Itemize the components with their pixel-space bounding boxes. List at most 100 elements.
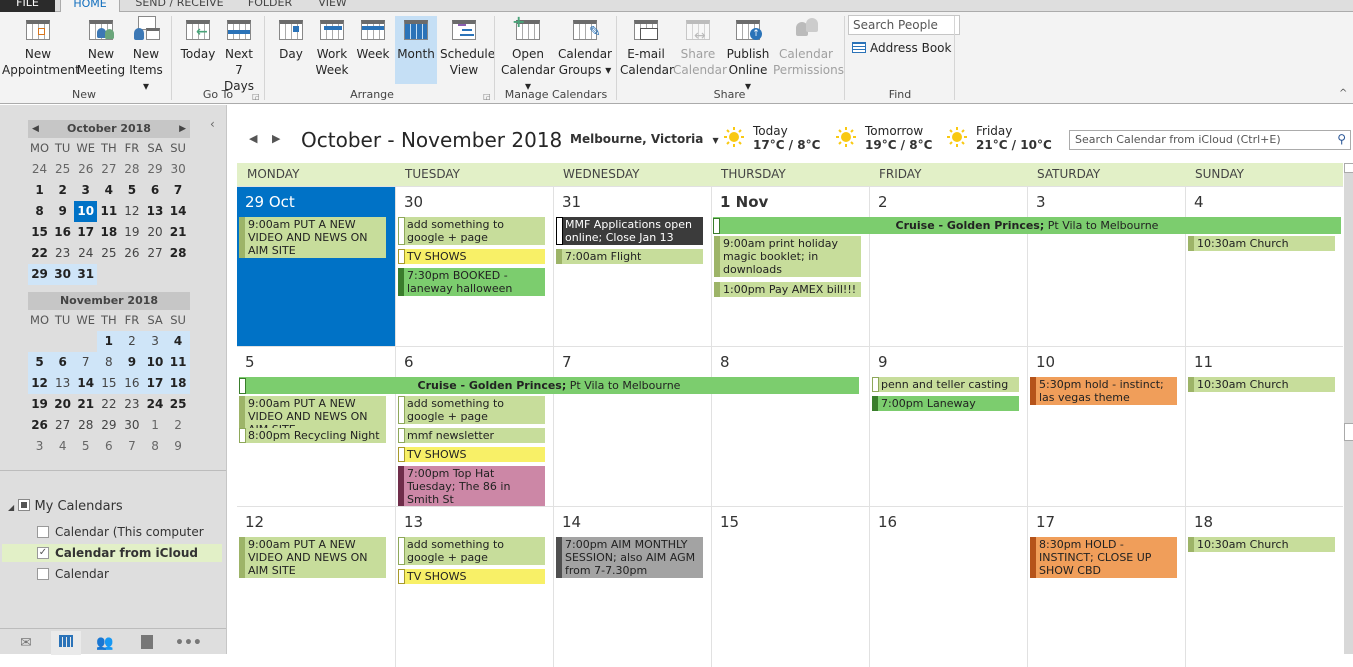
day-cell[interactable]: 16: [869, 507, 1027, 667]
day[interactable]: 30: [120, 415, 143, 436]
day[interactable]: 1: [143, 415, 166, 436]
calendar-item-this-computer[interactable]: Calendar (This computer only): [0, 523, 222, 557]
day-cell[interactable]: 9 penn and teller casting 7:00pm Laneway: [869, 347, 1027, 507]
day[interactable]: 2: [120, 331, 144, 352]
day-cell[interactable]: 18 10:30am Church: [1185, 507, 1343, 667]
day[interactable]: 6: [51, 352, 75, 373]
day-cell[interactable]: 2: [869, 187, 1027, 347]
calendar-event[interactable]: 5:30pm hold - instinct; las vegas theme: [1030, 377, 1177, 405]
day-cell[interactable]: 30 add something to google + page TV SHO…: [395, 187, 553, 347]
day[interactable]: 29: [143, 159, 166, 180]
day[interactable]: 7: [120, 436, 143, 457]
day-cell[interactable]: 7: [553, 347, 711, 507]
day[interactable]: 13: [51, 373, 75, 394]
day-cell[interactable]: 11 10:30am Church: [1185, 347, 1343, 507]
day-cell[interactable]: 31 MMF Applications open online; Close J…: [553, 187, 711, 347]
day-cell-today[interactable]: 29 Oct 9:00am PUT A NEW VIDEO AND NEWS O…: [237, 187, 395, 347]
group-checkbox[interactable]: [18, 499, 31, 511]
next-period-icon[interactable]: ▶: [272, 132, 280, 145]
calendar-event[interactable]: penn and teller casting: [872, 377, 1019, 392]
day[interactable]: 23: [120, 394, 143, 415]
calendar-event[interactable]: 7:00pm Laneway: [872, 396, 1019, 411]
day-cell[interactable]: 12 9:00am PUT A NEW VIDEO AND NEWS ON AI…: [237, 507, 395, 667]
calendar-event[interactable]: 8:00pm Recycling Night: [239, 428, 386, 443]
day[interactable]: 6: [97, 436, 120, 457]
day[interactable]: 13: [143, 201, 166, 222]
day-cell[interactable]: 4 10:30am Church: [1185, 187, 1343, 347]
tasks-icon[interactable]: [137, 635, 157, 655]
day[interactable]: 20: [143, 222, 166, 243]
calendar-event[interactable]: MMF Applications open online; Close Jan …: [556, 217, 703, 245]
checkbox[interactable]: [37, 568, 49, 580]
day[interactable]: 24: [74, 243, 97, 264]
day[interactable]: 18: [166, 373, 190, 394]
day[interactable]: 1: [97, 331, 121, 352]
day[interactable]: 9: [51, 201, 74, 222]
vertical-scrollbar[interactable]: [1344, 163, 1353, 654]
day[interactable]: 23: [51, 243, 74, 264]
day[interactable]: 17: [74, 222, 97, 243]
search-icon[interactable]: ⚲: [1337, 132, 1346, 146]
prev-month-icon[interactable]: ◀: [32, 120, 39, 138]
day-cell[interactable]: 5 9:00am PUT A NEW VIDEO AND NEWS ON AIM…: [237, 347, 395, 507]
calendar-item-calendar[interactable]: Calendar: [0, 565, 222, 583]
day[interactable]: 20: [51, 394, 74, 415]
calendar-event[interactable]: 9:00am PUT A NEW VIDEO AND NEWS ON AIM S…: [239, 537, 386, 578]
new-meeting-button[interactable]: New Meeting: [76, 16, 126, 84]
calendar-event[interactable]: add something to google + page: [398, 217, 545, 245]
day[interactable]: 14: [167, 201, 190, 222]
next-7-days-button[interactable]: Next 7 Days: [220, 16, 258, 93]
day[interactable]: 25: [167, 394, 190, 415]
calendar-event[interactable]: 1:00pm Pay AMEX bill!!!: [714, 282, 861, 297]
day[interactable]: 8: [97, 352, 121, 373]
day[interactable]: 12: [120, 201, 143, 222]
day[interactable]: 31: [74, 264, 98, 285]
day[interactable]: 19: [120, 222, 143, 243]
weather-location-dropdown[interactable]: Melbourne, Victoria ▼: [570, 132, 719, 146]
goto-dialog-launcher-icon[interactable]: ◲: [252, 92, 260, 101]
day[interactable]: 25: [97, 243, 120, 264]
address-book-button[interactable]: Address Book: [852, 40, 951, 56]
calendar-event[interactable]: 10:30am Church: [1188, 377, 1335, 392]
tab-folder[interactable]: FOLDER: [240, 0, 300, 12]
day[interactable]: 3: [143, 331, 167, 352]
new-items-button[interactable]: New Items ▾: [126, 16, 166, 93]
next-month-icon[interactable]: ▶: [179, 120, 186, 138]
day[interactable]: 27: [143, 243, 166, 264]
day-cell[interactable]: 15: [711, 507, 869, 667]
day[interactable]: 8: [28, 201, 51, 222]
all-day-event-banner[interactable]: Cruise - Golden Princes; Pt Vila to Melb…: [239, 377, 859, 394]
day[interactable]: 21: [167, 222, 190, 243]
day[interactable]: 8: [143, 436, 166, 457]
all-day-event-banner[interactable]: Cruise - Golden Princes; Pt Vila to Melb…: [713, 217, 1341, 234]
tab-file[interactable]: FILE: [0, 0, 55, 12]
day[interactable]: 28: [120, 159, 143, 180]
day[interactable]: 26: [28, 415, 51, 436]
day[interactable]: 27: [51, 415, 74, 436]
calendar-event[interactable]: add something to google + page: [398, 537, 545, 565]
work-week-view-button[interactable]: Work Week: [312, 16, 352, 84]
day-cell[interactable]: 13 add something to google + page TV SHO…: [395, 507, 553, 667]
calendar-event[interactable]: 10:30am Church: [1188, 236, 1335, 251]
day[interactable]: 26: [120, 243, 143, 264]
calendar-event[interactable]: 7:00pm Top Hat Tuesday; The 86 in Smith …: [398, 466, 545, 507]
day[interactable]: 29: [97, 415, 120, 436]
expand-triangle-icon[interactable]: ◢: [8, 503, 14, 512]
email-calendar-button[interactable]: E-mail Calendar: [620, 16, 674, 84]
calendar-permissions-button[interactable]: Calendar Permissions: [773, 16, 844, 84]
calendar-event[interactable]: 9:00am PUT A NEW VIDEO AND NEWS ON AIM S…: [239, 217, 386, 258]
calendar-search-input[interactable]: Search Calendar from iCloud (Ctrl+E) ⚲: [1069, 130, 1351, 150]
calendar-event[interactable]: 7:00am Flight: [556, 249, 703, 264]
day[interactable]: 9: [120, 352, 144, 373]
tab-send-receive[interactable]: SEND / RECEIVE: [132, 0, 227, 12]
day[interactable]: 18: [97, 222, 120, 243]
day[interactable]: 16: [51, 222, 74, 243]
day[interactable]: 12: [28, 373, 52, 394]
day[interactable]: 7: [167, 180, 190, 201]
day[interactable]: 3: [74, 180, 97, 201]
collapse-ribbon-icon[interactable]: ^: [1339, 88, 1347, 99]
more-icon[interactable]: •••: [175, 635, 202, 655]
search-people-input[interactable]: Search People: [848, 15, 960, 35]
share-calendar-button[interactable]: ↔ Share Calendar: [673, 16, 727, 84]
calendar-groups-button[interactable]: ✎ Calendar Groups ▾: [558, 16, 612, 84]
